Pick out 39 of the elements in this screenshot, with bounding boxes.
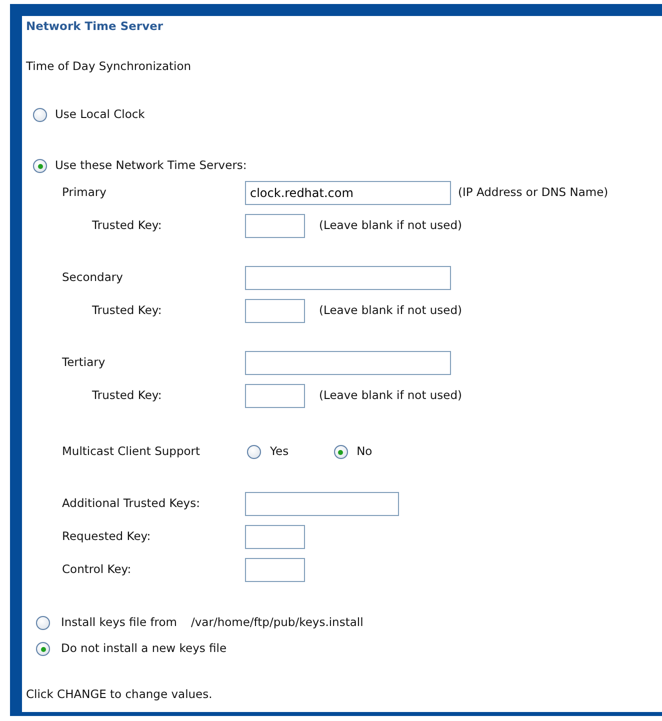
- option-label: No: [356, 443, 372, 460]
- input-field[interactable]: [245, 266, 451, 290]
- field-label: Secondary: [62, 269, 124, 286]
- input-field[interactable]: clock.redhat.com: [245, 181, 451, 205]
- radio-button[interactable]: [33, 159, 47, 173]
- hint-text: (Leave blank if not used): [319, 217, 462, 234]
- field-label: Primary: [62, 184, 108, 202]
- field-label: Multicast Client Support: [62, 443, 202, 460]
- field-label: Requested Key:: [62, 528, 152, 546]
- footer-text: Click CHANGE to change values.: [26, 686, 212, 704]
- input-field[interactable]: [245, 384, 305, 408]
- input-field[interactable]: [245, 525, 305, 549]
- file-path: /var/home/ftp/pub/keys.install: [190, 614, 364, 632]
- field-label: Trusted Key:: [92, 302, 163, 320]
- hint-text: (Leave blank if not used): [319, 302, 462, 320]
- option-label: Use Local Clock: [55, 106, 145, 124]
- radio-button[interactable]: [36, 642, 50, 656]
- radio-button[interactable]: [247, 445, 261, 459]
- radio-button[interactable]: [36, 616, 50, 630]
- input-field[interactable]: [245, 299, 305, 323]
- hint-text: (Leave blank if not used): [319, 387, 462, 404]
- input-field[interactable]: [245, 558, 305, 582]
- input-field[interactable]: [245, 351, 451, 375]
- field-label: Additional Trusted Keys:: [62, 495, 201, 512]
- option-label: Use these Network Time Servers:: [55, 157, 247, 174]
- radio-button[interactable]: [334, 445, 348, 459]
- field-label: Tertiary: [62, 354, 106, 372]
- input-field[interactable]: [245, 492, 399, 516]
- section-title: Network Time Server: [26, 18, 164, 36]
- option-label: Yes: [270, 443, 289, 460]
- hint-text: (IP Address or DNS Name): [458, 184, 608, 202]
- field-label: Control Key:: [62, 561, 132, 578]
- input-field[interactable]: [245, 214, 305, 238]
- field-label: Trusted Key:: [92, 217, 163, 234]
- radio-button[interactable]: [33, 108, 47, 122]
- field-label: Trusted Key:: [92, 387, 163, 404]
- section-subtitle: Time of Day Synchronization: [26, 58, 192, 76]
- option-label: Do not install a new keys file: [61, 640, 227, 658]
- option-label: Install keys file from: [61, 614, 177, 632]
